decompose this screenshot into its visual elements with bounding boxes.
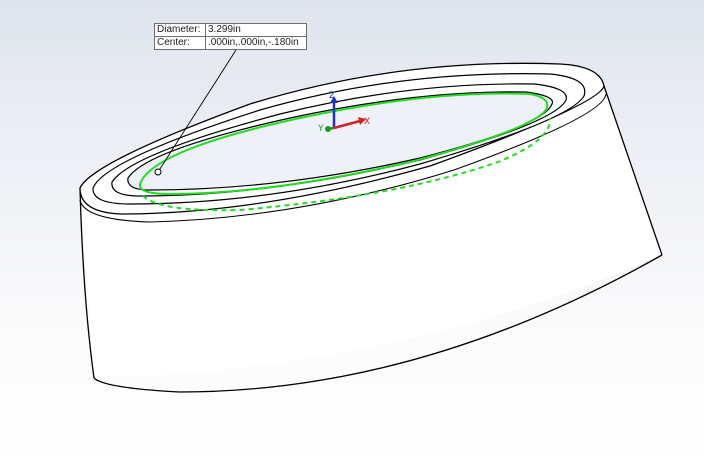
measure-readout-callout: Diameter: 3.299in Center: .000in,.000in,… [154,23,307,50]
x-axis-label: X [364,117,370,127]
center-row: Center: .000in,.000in,-.180in [154,36,307,50]
diameter-row: Diameter: 3.299in [154,23,307,37]
center-label: Center: [154,36,206,50]
y-axis-end-dot [325,126,331,132]
diameter-label: Diameter: [154,23,206,37]
model-view[interactable]: Z X Y [0,0,704,469]
graphics-viewport[interactable]: Z X Y Diameter: 3.299in Center: .000in,.… [0,0,704,469]
diameter-value: 3.299in [205,23,307,37]
y-axis-label: Y [317,124,324,134]
z-axis-label: Z [329,91,335,101]
edge-point-marker-icon[interactable] [154,168,162,176]
center-value: .000in,.000in,-.180in [205,36,307,50]
